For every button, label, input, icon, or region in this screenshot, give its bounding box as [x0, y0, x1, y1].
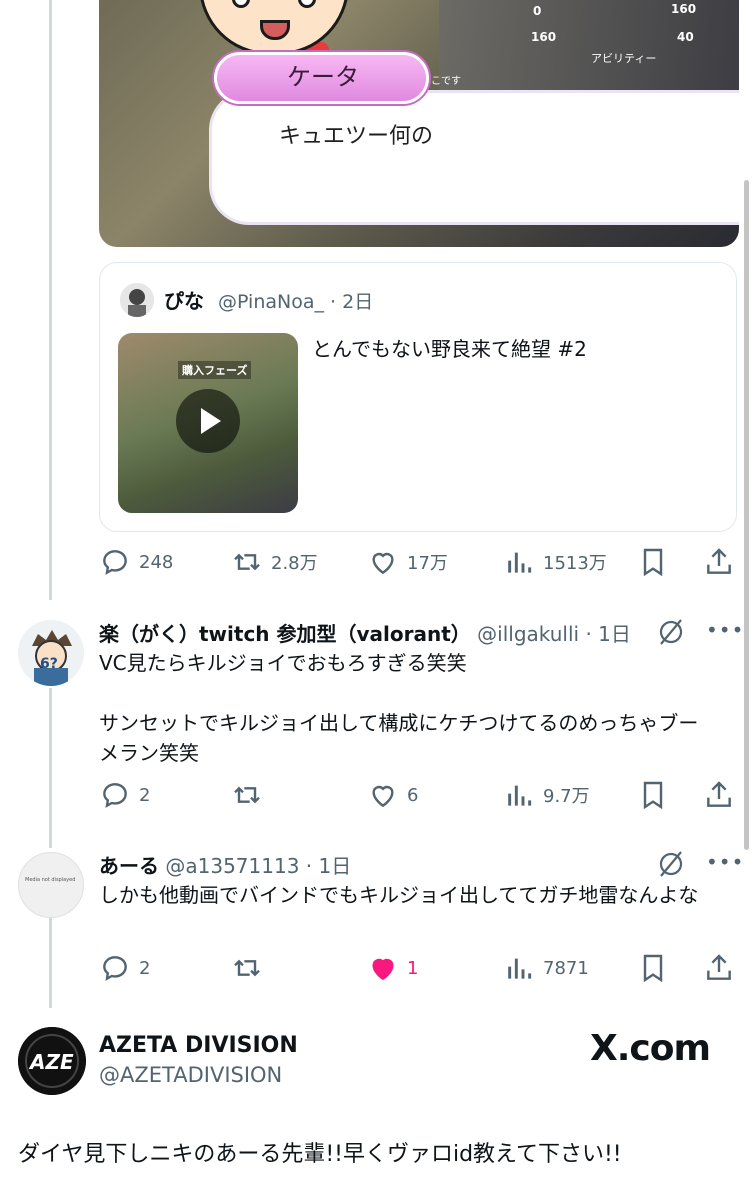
share-button[interactable]: [703, 775, 735, 815]
like-button[interactable]: 17万: [367, 542, 448, 582]
thumb-label: 購入フェーズ: [178, 361, 252, 379]
thread-line: [49, 0, 52, 600]
more-icon[interactable]: •••: [706, 618, 744, 642]
views-icon: [508, 785, 532, 806]
retweet-button[interactable]: 2.8万: [231, 542, 318, 582]
like-icon: [372, 958, 394, 981]
like-button[interactable]: 1: [367, 948, 418, 988]
avatar[interactable]: 6?: [18, 620, 84, 686]
share-icon: [707, 781, 731, 807]
like-icon: [372, 785, 394, 808]
reply-button[interactable]: 2: [99, 948, 150, 988]
author-handle[interactable]: @a13571113 · 1日: [165, 854, 351, 878]
x-logo: X.com: [590, 1028, 711, 1069]
grok-icon[interactable]: [655, 616, 687, 648]
quoted-tweet[interactable]: ぴな @PinaNoa_ · 2日 購入フェーズ とんでもない野良来て絶望 #2: [99, 262, 737, 532]
views-button[interactable]: 9.7万: [503, 775, 590, 815]
subtitle-box: [209, 90, 739, 225]
more-icon[interactable]: •••: [706, 850, 744, 874]
author-name[interactable]: あーる: [99, 854, 159, 878]
avatar[interactable]: Media not displayed: [18, 852, 84, 918]
retweet-icon: [234, 959, 260, 977]
svg-text:AZE: AZE: [28, 1050, 74, 1074]
views-button[interactable]: 7871: [503, 948, 589, 988]
quoted-author-handle: @PinaNoa_ · 2日: [218, 291, 374, 313]
author-handle[interactable]: @illgakulli · 1日: [477, 622, 631, 646]
media-not-displayed: Media not displayed: [25, 877, 76, 883]
thread-line: [49, 688, 52, 848]
views-icon: [508, 958, 532, 979]
tweet-actions: 248 2.8万 17万 1513万: [99, 542, 739, 582]
play-icon[interactable]: [176, 389, 240, 453]
game-hud: 0 160 160 40 アビリティー: [531, 2, 697, 65]
share-button[interactable]: [703, 542, 735, 582]
bookmark-button[interactable]: [637, 948, 669, 988]
retweet-icon: [234, 553, 260, 571]
bookmark-button[interactable]: [637, 775, 669, 815]
reply-icon: [103, 956, 127, 981]
reply-text: VC見たらキルジョイでおもろすぎる笑笑 サンセットでキルジョイ出して構成にケチつ…: [99, 651, 699, 765]
speaker-name: ケータ: [214, 52, 429, 104]
embedded-video[interactable]: 0 160 160 40 アビリティー ねこです ケータ キュエツー何の: [99, 0, 739, 247]
reply-header: 楽（がく）twitch 参加型（valorant） @illgakulli · …: [99, 618, 631, 647]
reply-icon: [103, 783, 127, 808]
reply-actions: 2 6 9.7万: [99, 775, 739, 815]
retweet-button[interactable]: [231, 775, 263, 815]
bookmark-icon: [643, 781, 663, 810]
share-icon: [707, 954, 731, 980]
scrollbar[interactable]: [744, 180, 749, 850]
quoted-text: とんでもない野良来て絶望 #2: [312, 337, 587, 361]
bookmark-icon: [643, 548, 663, 577]
bookmark-button[interactable]: [637, 542, 669, 582]
author-name[interactable]: AZETA DIVISION: [99, 1033, 298, 1058]
reply-header: あーる @a13571113 · 1日: [99, 850, 351, 879]
subtitle-text: キュエツー何の: [279, 124, 434, 149]
views-button[interactable]: 1513万: [503, 542, 607, 582]
thread-line: [49, 918, 52, 1008]
author-name[interactable]: 楽（がく）twitch 参加型（valorant）: [99, 622, 471, 646]
retweet-icon: [234, 786, 260, 804]
like-button[interactable]: 6: [367, 775, 418, 815]
share-button[interactable]: [703, 948, 735, 988]
quoted-author-name[interactable]: ぴな: [164, 285, 204, 314]
author-handle[interactable]: @AZETADIVISION: [99, 1063, 282, 1087]
views-icon: [508, 552, 532, 573]
caption-text: ダイヤ見下しニキのあーる先輩!!早くヴァロid教えて下さい!!: [18, 1142, 622, 1167]
reply-text: しかも他動画でバインドでもキルジョイ出しててガチ地雷なんよな: [99, 883, 699, 907]
retweet-button[interactable]: [231, 948, 263, 988]
reply-button[interactable]: 248: [99, 542, 173, 582]
reply-actions: 2 1 7871: [99, 948, 739, 988]
avatar[interactable]: AZE: [18, 1027, 86, 1095]
reply-icon: [103, 550, 127, 575]
like-icon: [372, 552, 394, 575]
avatar[interactable]: [120, 283, 154, 317]
reply-button[interactable]: 2: [99, 775, 150, 815]
svg-text:6?: 6?: [40, 656, 58, 672]
grok-icon[interactable]: [655, 848, 687, 880]
bookmark-icon: [643, 954, 663, 983]
share-icon: [707, 548, 731, 574]
quoted-video-thumbnail[interactable]: 購入フェーズ: [118, 333, 298, 513]
